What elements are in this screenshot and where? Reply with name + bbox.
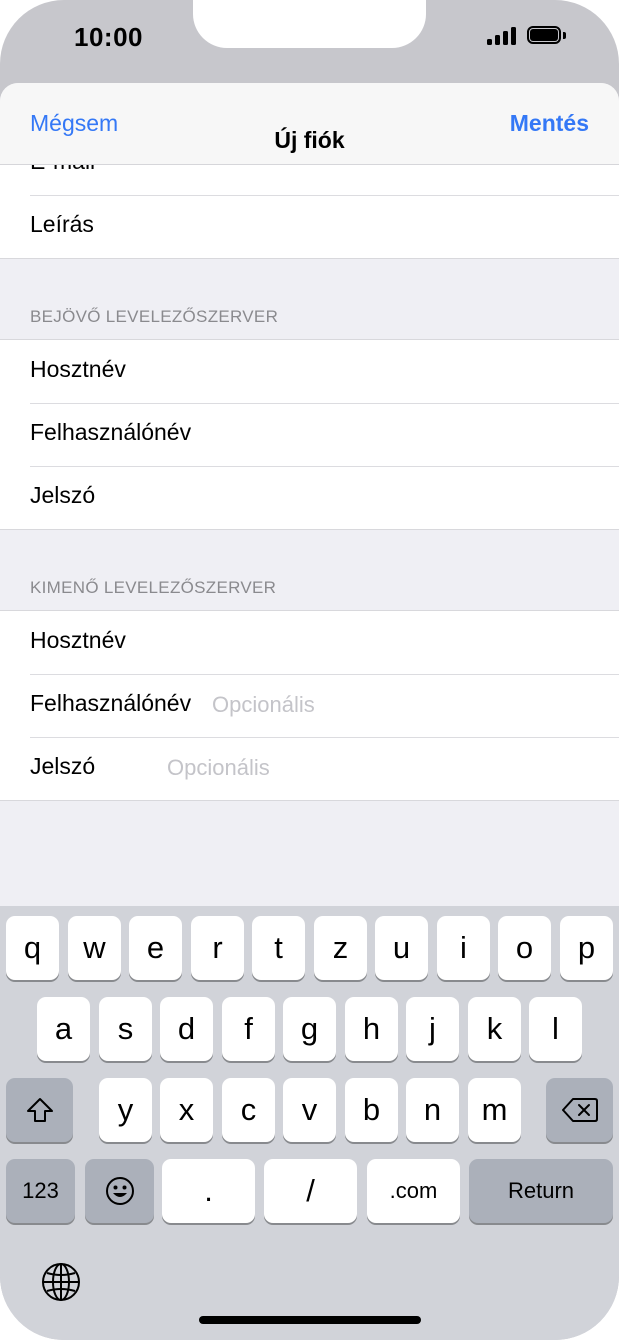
shift-icon: [25, 1095, 55, 1125]
numbers-key[interactable]: 123: [6, 1159, 75, 1223]
incoming-password-label: Jelszó: [30, 482, 96, 508]
key-c[interactable]: c: [222, 1078, 275, 1142]
save-button[interactable]: Mentés: [510, 110, 589, 137]
incoming-server-group: Hosztnév Felhasználónév Jelszó: [0, 339, 619, 530]
dotcom-key[interactable]: .com: [367, 1159, 460, 1223]
key-g[interactable]: g: [283, 997, 336, 1061]
outgoing-password-field[interactable]: Jelszó Opcionális: [0, 737, 619, 800]
key-z[interactable]: z: [314, 916, 367, 980]
incoming-username-field[interactable]: Felhasználónév: [0, 403, 619, 466]
key-j[interactable]: j: [406, 997, 459, 1061]
key-d[interactable]: d: [160, 997, 213, 1061]
home-indicator[interactable]: [199, 1316, 421, 1324]
return-key[interactable]: Return: [469, 1159, 613, 1223]
new-account-sheet: Mégsem Új fiók Mentés E-mail Leírás BEJÖ…: [0, 83, 619, 908]
incoming-hostname-field[interactable]: Hosztnév: [0, 340, 619, 403]
shift-key[interactable]: [6, 1078, 73, 1142]
incoming-hostname-label: Hosztnév: [30, 356, 126, 382]
outgoing-username-field[interactable]: Felhasználónév Opcionális: [0, 674, 619, 737]
outgoing-hostname-field[interactable]: Hosztnév: [0, 611, 619, 674]
key-v[interactable]: v: [283, 1078, 336, 1142]
key-p[interactable]: p: [560, 916, 613, 980]
key-m[interactable]: m: [468, 1078, 521, 1142]
key-u[interactable]: u: [375, 916, 428, 980]
outgoing-username-label: Felhasználónév: [30, 690, 192, 716]
key-i[interactable]: i: [437, 916, 490, 980]
incoming-server-header: BEJÖVŐ LEVELEZŐSZERVER: [30, 307, 279, 326]
key-h[interactable]: h: [345, 997, 398, 1061]
key-q[interactable]: q: [6, 916, 59, 980]
key-w[interactable]: w: [68, 916, 121, 980]
outgoing-server-header: KIMENŐ LEVELEZŐSZERVER: [30, 578, 277, 597]
outgoing-server-group: Hosztnév Felhasználónév Opcionális Jelsz…: [0, 610, 619, 801]
incoming-username-label: Felhasználónév: [30, 419, 192, 445]
emoji-icon: [104, 1175, 136, 1207]
outgoing-password-label: Jelszó: [30, 753, 96, 779]
slash-key[interactable]: /: [264, 1159, 357, 1223]
backspace-icon: [561, 1097, 598, 1123]
description-field[interactable]: Leírás: [0, 195, 619, 258]
outgoing-hostname-label: Hosztnév: [30, 627, 126, 653]
phone-screen: 10:00 Mégsem Új fiók Mentés E-mail Leí: [0, 0, 619, 1340]
key-f[interactable]: f: [222, 997, 275, 1061]
key-x[interactable]: x: [160, 1078, 213, 1142]
keyboard: q w e r t z u i o p a s d f g h j k l y …: [0, 906, 619, 1340]
outgoing-password-placeholder[interactable]: Opcionális: [167, 755, 270, 781]
key-b[interactable]: b: [345, 1078, 398, 1142]
key-n[interactable]: n: [406, 1078, 459, 1142]
incoming-password-field[interactable]: Jelszó: [0, 466, 619, 529]
outgoing-username-placeholder[interactable]: Opcionális: [212, 692, 315, 718]
status-time: 10:00: [74, 22, 143, 52]
key-a[interactable]: a: [37, 997, 90, 1061]
key-o[interactable]: o: [498, 916, 551, 980]
key-y[interactable]: y: [99, 1078, 152, 1142]
notch: [193, 0, 426, 48]
emoji-key[interactable]: [85, 1159, 154, 1223]
globe-icon[interactable]: [40, 1261, 82, 1303]
key-k[interactable]: k: [468, 997, 521, 1061]
key-t[interactable]: t: [252, 916, 305, 980]
description-label: Leírás: [30, 211, 94, 237]
key-s[interactable]: s: [99, 997, 152, 1061]
key-l[interactable]: l: [529, 997, 582, 1061]
key-r[interactable]: r: [191, 916, 244, 980]
dot-key[interactable]: .: [162, 1159, 255, 1223]
status-bar: 10:00: [0, 0, 619, 80]
cellular-signal-icon: [487, 27, 519, 45]
key-e[interactable]: e: [129, 916, 182, 980]
battery-icon: [527, 26, 567, 46]
backspace-key[interactable]: [546, 1078, 613, 1142]
navigation-bar: Mégsem Új fiók Mentés: [0, 83, 619, 165]
